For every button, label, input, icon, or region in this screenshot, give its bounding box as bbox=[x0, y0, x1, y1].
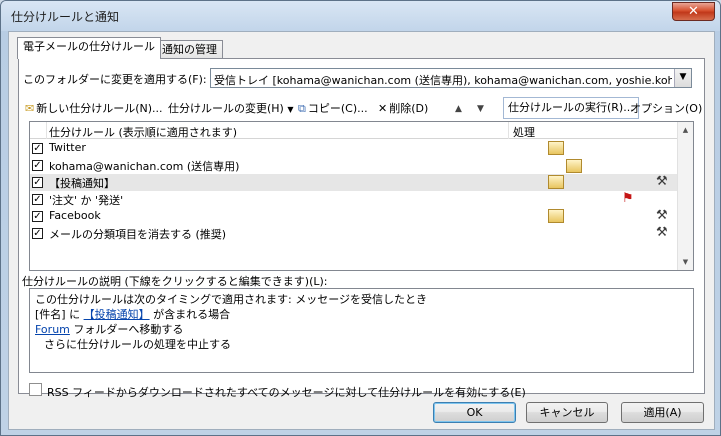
move-to-folder-icon bbox=[548, 175, 564, 189]
rss-rules-label[interactable]: RSS フィードからダウンロードされたすべてのメッセージに対して仕分けルールを有… bbox=[47, 384, 526, 400]
options-label: オプション(O) bbox=[630, 102, 703, 115]
rule-checkbox[interactable]: ✓ bbox=[32, 194, 43, 205]
tools-icon: ⚒ bbox=[656, 225, 668, 240]
rules-list-header: 仕分けルール (表示順に適用されます) 処理 bbox=[30, 122, 679, 139]
scroll-down-icon[interactable]: ▼ bbox=[678, 254, 693, 270]
rule-description-box: この仕分けルールは次のタイミングで適用されます: メッセージを受信したとき [件… bbox=[29, 288, 694, 373]
rule-checkbox[interactable]: ✓ bbox=[32, 143, 43, 154]
move-down-icon: ▼ bbox=[477, 104, 484, 114]
apply-button[interactable]: 適用(A) bbox=[621, 402, 704, 423]
description-line-4: さらに仕分けルールの処理を中止する bbox=[44, 338, 231, 351]
rule-checkbox[interactable]: ✓ bbox=[32, 228, 43, 239]
scroll-up-icon[interactable]: ▲ bbox=[678, 122, 693, 138]
email-rules-panel: このフォルダーに変更を適用する(F): 受信トレイ [kohama@wanich… bbox=[18, 58, 705, 399]
folder-label: このフォルダーに変更を適用する(F): bbox=[23, 73, 207, 86]
rule-name: 【投稿通知】 bbox=[49, 177, 115, 190]
description-line-3-suffix: フォルダーへ移動する bbox=[69, 323, 184, 336]
cancel-button[interactable]: キャンセル bbox=[526, 402, 608, 423]
folder-select[interactable]: 受信トレイ [kohama@wanichan.com (送信専用), koham… bbox=[210, 68, 692, 88]
description-line-1: この仕分けルールは次のタイミングで適用されます: メッセージを受信したとき bbox=[35, 293, 427, 306]
rules-list-scrollbar[interactable]: ▲ ▼ bbox=[677, 122, 693, 270]
tab-manage-alerts-label: 通知の管理 bbox=[162, 43, 217, 56]
chevron-down-icon[interactable]: ▼ bbox=[674, 69, 691, 87]
col-rule-header[interactable]: 仕分けルール (表示順に適用されます) bbox=[49, 124, 237, 140]
tab-manage-alerts[interactable]: 通知の管理 bbox=[156, 40, 223, 60]
rule-checkbox[interactable]: ✓ bbox=[32, 160, 43, 171]
title-bar: 仕分けルールと通知 ✕ bbox=[1, 1, 720, 31]
run-rules-label: 仕分けルールの実行(R)... bbox=[508, 101, 634, 114]
dialog-client: 電子メールの仕分けルール 通知の管理 このフォルダーに変更を適用する(F): 受… bbox=[8, 31, 715, 430]
rule-row[interactable]: ✓ メールの分類項目を消去する (推奨) ⚒ bbox=[30, 225, 679, 242]
move-up-icon: ▲ bbox=[455, 104, 462, 114]
header-separator bbox=[508, 122, 509, 139]
tools-icon: ⚒ bbox=[656, 174, 668, 189]
tools-icon: ⚒ bbox=[656, 208, 668, 223]
target-folder-link[interactable]: Forum bbox=[35, 323, 70, 336]
options-button[interactable]: オプション(O) bbox=[630, 99, 702, 119]
copy-label: コピー(C)... bbox=[307, 102, 368, 115]
header-separator bbox=[46, 122, 47, 139]
flag-icon: ⚑ bbox=[622, 191, 634, 206]
tab-email-rules-label: 電子メールの仕分けルール bbox=[23, 40, 155, 53]
apply-label: 適用(A) bbox=[643, 406, 682, 419]
rules-dialog: 仕分けルールと通知 ✕ 電子メールの仕分けルール 通知の管理 このフォルダーに変… bbox=[0, 0, 721, 436]
description-line-2: [件名] に 【投稿通知】 が含まれる場合 bbox=[35, 306, 230, 322]
delete-button[interactable]: ✕ 削除(D) bbox=[378, 99, 428, 119]
rule-row[interactable]: ✓ 【投稿通知】 ⚒ bbox=[30, 174, 679, 191]
rule-name: Facebook bbox=[49, 209, 101, 222]
description-label: 仕分けルールの説明 (下線をクリックすると編集できます)(L): bbox=[22, 275, 328, 288]
rules-list: 仕分けルール (表示順に適用されます) 処理 ✓ Twitter ✓ koham… bbox=[29, 121, 694, 271]
subject-keyword-link[interactable]: 【投稿通知】 bbox=[84, 308, 150, 321]
delete-icon: ✕ bbox=[378, 102, 388, 115]
change-rule-label: 仕分けルールの変更(H) bbox=[168, 102, 284, 115]
tab-email-rules[interactable]: 電子メールの仕分けルール bbox=[17, 37, 161, 59]
rule-row[interactable]: ✓ Twitter bbox=[30, 140, 679, 157]
cancel-label: キャンセル bbox=[539, 406, 595, 419]
rss-rules-checkbox[interactable] bbox=[29, 383, 42, 396]
close-button[interactable]: ✕ bbox=[672, 2, 715, 21]
close-icon: ✕ bbox=[688, 4, 699, 19]
dropdown-arrow-icon: ▼ bbox=[287, 105, 294, 114]
rule-checkbox[interactable]: ✓ bbox=[32, 177, 43, 188]
description-line-3: Forum フォルダーへ移動する bbox=[35, 321, 183, 337]
window-title: 仕分けルールと通知 bbox=[11, 10, 120, 24]
description-line-2-suffix: が含まれる場合 bbox=[149, 308, 231, 321]
rule-row[interactable]: ✓ Facebook ⚒ bbox=[30, 208, 679, 225]
ok-button[interactable]: OK bbox=[433, 402, 516, 423]
col-action-header[interactable]: 処理 bbox=[513, 124, 535, 140]
new-rule-button[interactable]: ✉ 新しい仕分けルール(N)... bbox=[25, 99, 163, 119]
rule-name: Twitter bbox=[49, 141, 86, 154]
description-line-2-prefix: [件名] に bbox=[35, 308, 84, 321]
rule-name: '注文' か '発送' bbox=[49, 194, 124, 207]
copy-icon: ⧉ bbox=[298, 102, 306, 115]
move-up-button[interactable]: ▲ bbox=[455, 99, 462, 119]
folder-select-value: 受信トレイ [kohama@wanichan.com (送信専用), koham… bbox=[214, 74, 672, 87]
ok-label: OK bbox=[466, 406, 483, 419]
delete-label: 削除(D) bbox=[389, 102, 429, 115]
rule-row[interactable]: ✓ '注文' か '発送' ⚑ bbox=[30, 191, 679, 208]
rule-row[interactable]: ✓ kohama@wanichan.com (送信専用) bbox=[30, 157, 679, 174]
copy-button[interactable]: ⧉ コピー(C)... bbox=[298, 99, 368, 119]
rule-name: メールの分類項目を消去する (推奨) bbox=[49, 228, 227, 241]
rule-checkbox[interactable]: ✓ bbox=[32, 211, 43, 222]
change-rule-button[interactable]: 仕分けルールの変更(H) ▼ bbox=[168, 99, 294, 119]
move-down-button[interactable]: ▼ bbox=[477, 99, 484, 119]
new-rule-label: 新しい仕分けルール(N)... bbox=[36, 102, 163, 115]
run-rules-button[interactable]: 仕分けルールの実行(R)... bbox=[503, 97, 639, 119]
move-to-folder-icon bbox=[548, 209, 564, 223]
rule-name: kohama@wanichan.com (送信専用) bbox=[49, 160, 240, 173]
new-rule-icon: ✉ bbox=[25, 102, 35, 115]
move-to-folder-icon bbox=[548, 141, 564, 155]
move-to-folder-icon bbox=[566, 159, 582, 173]
